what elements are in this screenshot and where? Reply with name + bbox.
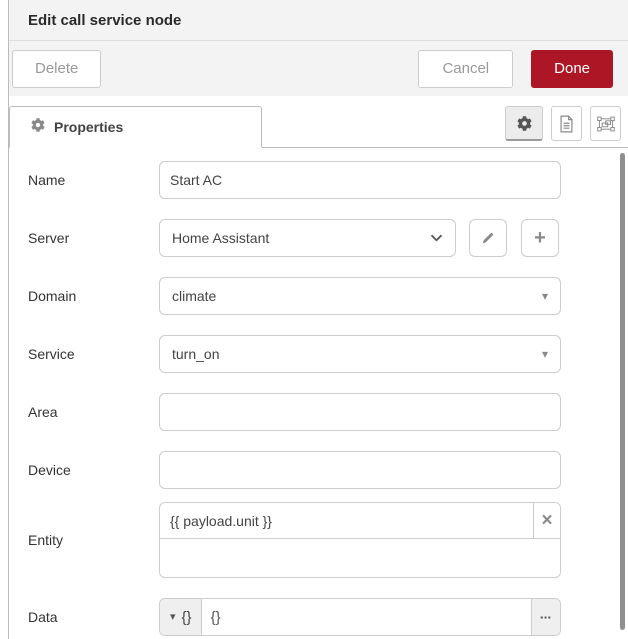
service-input[interactable]: turn_on ▾ <box>159 335 561 373</box>
domain-label: Domain <box>28 288 159 304</box>
data-type-selector[interactable]: ▾ {} <box>160 599 202 635</box>
dialog-toolbar: Delete Cancel Done <box>9 41 628 96</box>
properties-view-button[interactable] <box>505 106 543 141</box>
area-input[interactable] <box>159 393 561 431</box>
workspace-edge <box>0 0 9 639</box>
entity-item-value[interactable]: {{ payload.unit }} <box>160 503 533 538</box>
name-label: Name <box>28 172 159 188</box>
device-row: Device <box>28 451 628 489</box>
server-select[interactable]: Home Assistant <box>159 219 456 257</box>
data-row: Data ▾ {} {} ▪▪▪ <box>28 598 628 636</box>
delete-button[interactable]: Delete <box>12 50 101 88</box>
name-input[interactable] <box>159 161 561 199</box>
service-value: turn_on <box>172 346 219 362</box>
expand-editor-button[interactable]: ▪▪▪ <box>531 599 560 635</box>
dialog-title: Edit call service node <box>28 12 181 29</box>
device-label: Device <box>28 462 159 478</box>
server-select-value: Home Assistant <box>172 230 269 246</box>
document-icon <box>559 115 574 133</box>
remove-entity-button[interactable]: × <box>533 503 560 538</box>
entity-row: Entity {{ payload.unit }} × <box>28 502 628 578</box>
service-label: Service <box>28 346 159 362</box>
close-icon: × <box>541 510 552 532</box>
domain-row: Domain climate ▾ <box>28 277 628 315</box>
entity-list-item: {{ payload.unit }} × <box>160 503 560 539</box>
data-value-input[interactable]: {} <box>202 599 531 635</box>
form-scrollbar[interactable] <box>620 153 625 630</box>
json-type-icon: {} <box>182 609 192 626</box>
caret-down-icon: ▾ <box>542 348 548 360</box>
data-label: Data <box>28 609 159 625</box>
ellipsis-icon: ▪▪▪ <box>540 613 552 622</box>
cancel-button[interactable]: Cancel <box>418 50 513 88</box>
server-label: Server <box>28 230 159 246</box>
pencil-icon <box>480 230 496 246</box>
domain-input[interactable]: climate ▾ <box>159 277 561 315</box>
edit-server-button[interactable] <box>469 219 507 257</box>
chevron-down-icon <box>430 234 443 242</box>
tab-properties[interactable]: Properties <box>9 106 262 148</box>
description-button[interactable] <box>551 106 582 141</box>
tab-bar: Properties <box>9 96 628 148</box>
domain-value: climate <box>172 288 216 304</box>
entity-label: Entity <box>28 532 159 548</box>
entity-list[interactable]: {{ payload.unit }} × <box>159 502 561 578</box>
object-group-icon <box>597 116 615 132</box>
entity-input-area[interactable] <box>160 539 560 577</box>
appearance-button[interactable] <box>590 106 621 141</box>
name-row: Name <box>28 161 628 199</box>
properties-form: Name Server Home Assistant + Domain <box>9 148 628 636</box>
plus-icon: + <box>534 227 546 250</box>
gear-icon <box>31 118 45 137</box>
edit-node-dialog: Edit call service node Delete Cancel Don… <box>9 0 628 639</box>
caret-down-icon: ▾ <box>170 612 176 623</box>
server-row: Server Home Assistant + <box>28 219 628 257</box>
tab-properties-label: Properties <box>54 119 123 135</box>
add-server-button[interactable]: + <box>521 219 559 257</box>
service-row: Service turn_on ▾ <box>28 335 628 373</box>
data-value: {} <box>211 609 221 626</box>
tab-action-buttons <box>505 106 628 141</box>
done-button[interactable]: Done <box>531 50 613 88</box>
gear-icon <box>517 116 532 131</box>
dialog-header: Edit call service node <box>9 0 628 41</box>
area-label: Area <box>28 404 159 420</box>
area-row: Area <box>28 393 628 431</box>
data-typed-input: ▾ {} {} ▪▪▪ <box>159 598 561 636</box>
device-input[interactable] <box>159 451 561 489</box>
caret-down-icon: ▾ <box>542 290 548 302</box>
